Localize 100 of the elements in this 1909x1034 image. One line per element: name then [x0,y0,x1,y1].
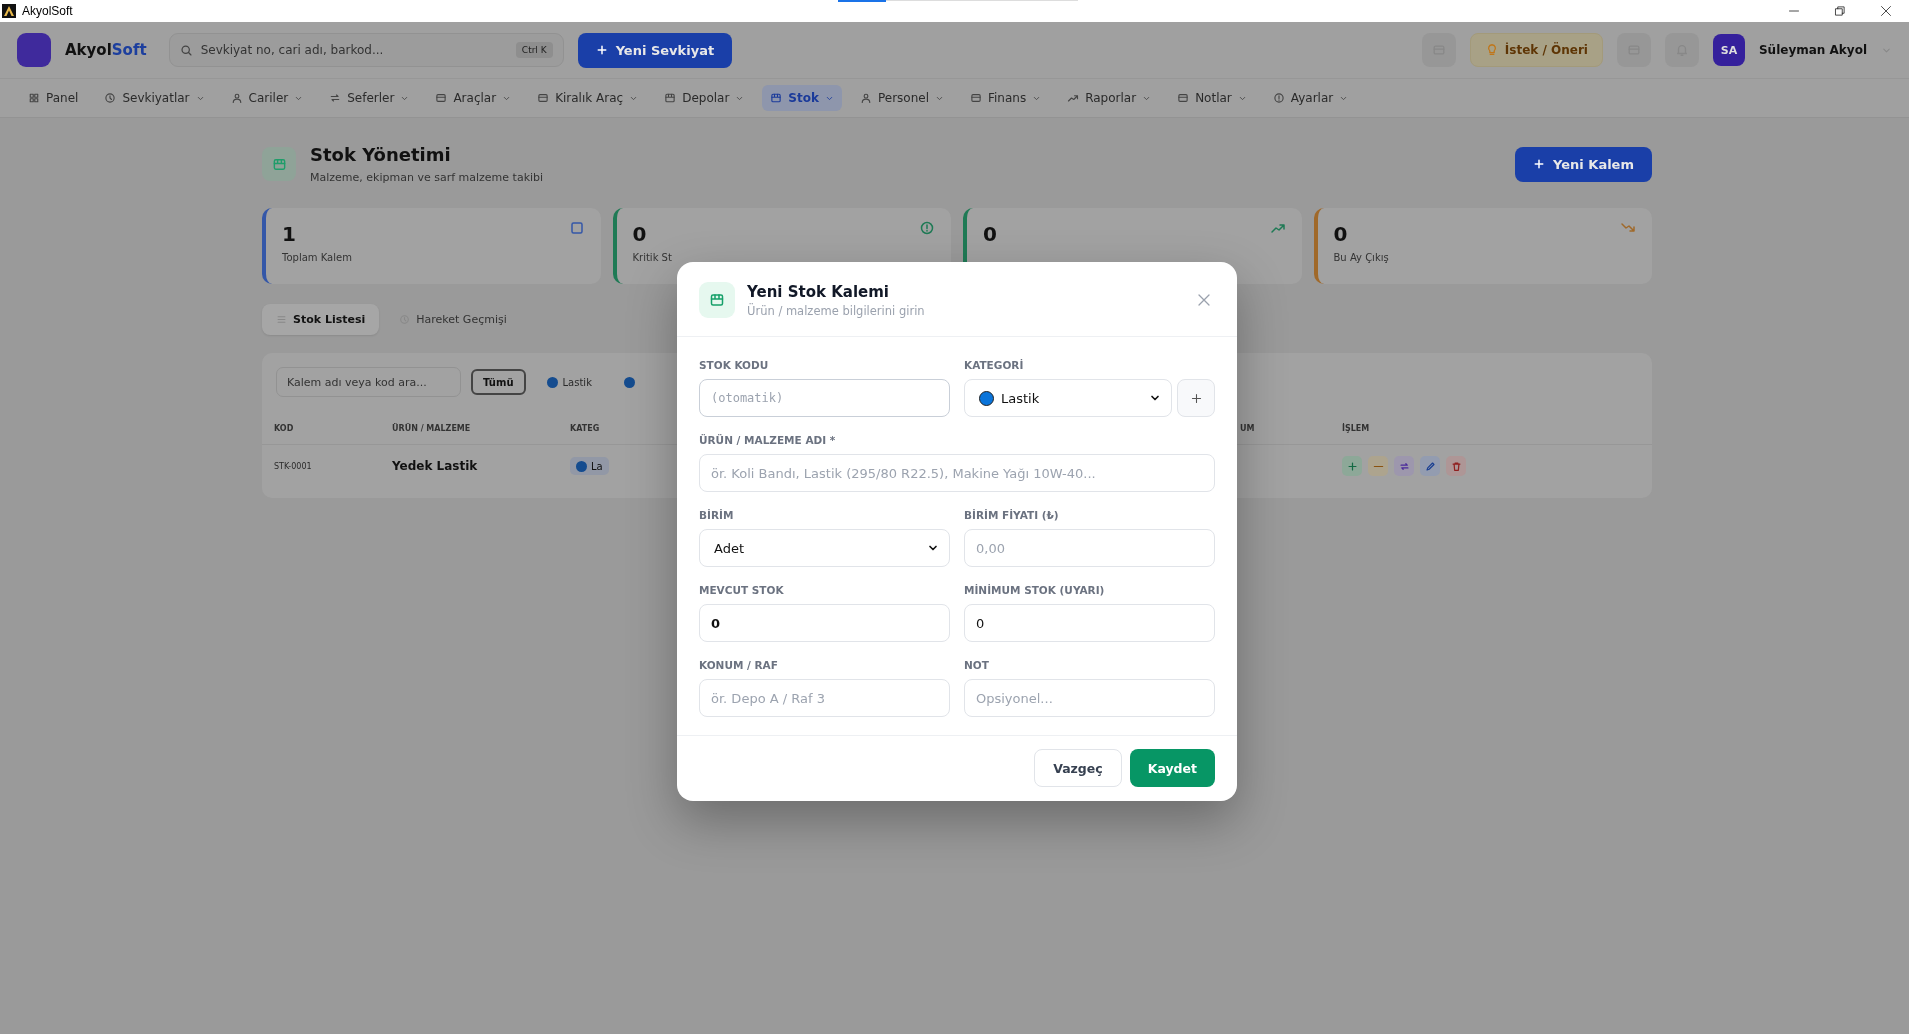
new-item-button[interactable]: Yeni Kalem [1515,146,1652,182]
nav-item[interactable]: Depolar [656,85,753,111]
list-icon [276,314,287,325]
nav-item[interactable]: Kiralık Araç [529,85,647,111]
stat-label: Toplam Kalem [282,252,352,263]
brand-name: Akyol [65,41,112,59]
field-label: MEVCUT STOK [699,584,785,596]
shortcut-badge: Ctrl K [515,42,553,58]
close-icon [1196,292,1212,308]
nav-item[interactable]: Ayarlar [1264,85,1357,111]
column-header: ÜRÜN / MALZEME [392,423,471,432]
field-label: MİNİMUM STOK (UYARI) [964,584,1106,596]
stat-value: 1 [282,222,296,246]
field-label: KATEGORİ [964,359,1025,371]
filter-chip[interactable]: Lastik [535,369,603,395]
transfer-icon [1398,460,1410,472]
field-label: KONUM / RAF [699,659,779,671]
field-label: NOT [964,659,990,671]
box-icon [709,292,725,308]
action-button[interactable] [1394,456,1414,476]
stat-label: Bu Ay Çıkış [1333,252,1389,263]
nav-icon [28,92,40,104]
search-placeholder: Sevkiyat no, cari adı, barkod... [200,43,385,57]
table-cell: Yedek Lastik [392,459,478,473]
notifications-button[interactable] [1664,33,1699,67]
field-label: BİRİM FİYATI (₺) [964,509,1060,521]
column-header: KATEG [570,423,600,432]
input-field[interactable]: 0,00 [964,529,1215,567]
tab-indicator [838,0,886,2]
plus-icon [1346,460,1358,472]
nav-item[interactable]: Sevkiyatlar [96,85,213,111]
nav-icon [329,92,342,104]
nav-item[interactable]: Notlar [1169,85,1255,111]
nav-icon [104,92,117,104]
toolbar-button[interactable] [1616,33,1651,67]
field-label: STOK KODU [699,359,770,371]
nav-icon [537,92,550,104]
save-button[interactable]: Kaydet [1129,749,1215,787]
dialog-title: Yeni Stok Kalemi [747,282,890,301]
trash-icon [1450,460,1462,472]
select-value: Adet [714,540,745,556]
plus-icon [1189,391,1203,405]
badge-label: La [591,460,603,472]
column-header: UM [1240,423,1255,432]
column-header: KOD [274,423,294,432]
stat-alert-icon [919,220,935,236]
action-button[interactable] [1368,456,1388,476]
nav-icon [970,92,982,104]
input-field[interactable]: ör. Depo A / Raf 3 [699,679,950,717]
stat-label: Kritik St [632,252,672,263]
page-title: Stok Yönetimi [310,144,452,165]
nav-item[interactable]: Araçlar [427,85,520,111]
stat-value: 0 [1333,222,1348,246]
toolbar-button[interactable] [1421,33,1456,67]
nav-icon [770,92,783,104]
nav-item[interactable]: Finans [962,85,1050,111]
action-button[interactable] [1446,456,1466,476]
box-icon [271,156,287,172]
filter-chip[interactable]: Tümü [471,369,526,395]
category-select[interactable]: Lastik [964,379,1172,417]
user-name[interactable]: Süleyman Akyol [1758,43,1867,57]
filter-search-field[interactable]: Kalem adı veya kod ara... [276,367,461,397]
field-label: BİRİM [699,509,735,521]
search-field[interactable]: Sevkiyat no, cari adı, barkod... Ctrl K [168,33,564,67]
input-field[interactable]: 0 [699,604,950,642]
nav-item[interactable]: Seferler [321,85,418,111]
nav-item[interactable]: Panel [20,85,87,111]
logo-icon [17,33,51,67]
search-icon [179,43,193,57]
input-field[interactable]: 0 [964,604,1215,642]
pencil-icon [1424,460,1436,472]
nav-item[interactable]: Stok [762,85,842,111]
unit-select[interactable]: Adet [699,529,950,567]
cancel-button[interactable]: Vazgeç [1034,749,1122,787]
input-field[interactable]: Opsiyonel... [964,679,1215,717]
action-button[interactable] [1420,456,1440,476]
suggestion-button[interactable]: İstek / Öneri [1469,33,1603,67]
action-button[interactable] [1342,456,1362,476]
nav-item[interactable]: Raporlar [1059,85,1160,111]
stat-box-icon [568,220,585,236]
nav-icon [230,92,243,104]
nav-item[interactable]: Personel [851,85,952,111]
dialog-subtitle: Ürün / malzeme bilgilerini girin [747,303,925,318]
page-subtitle: Malzeme, ekipman ve sarf malzeme takibi [310,171,544,184]
nav-icon [1272,92,1285,104]
nav-icon [664,92,677,104]
tab[interactable]: Hareket Geçmişi [385,304,521,335]
table-cell: STK-0001 [274,461,312,471]
nav-icon [435,92,448,104]
input-field[interactable]: ör. Koli Bandı, Lastik (295/80 R22.5), Makine Yağı 10W-40... [699,454,1215,492]
nav-icon [1177,92,1190,104]
input-field[interactable]: (otomatik) [699,379,950,417]
new-shipment-button[interactable]: Yeni Sevkiyat [577,32,733,68]
field-label: ÜRÜN / MALZEME ADI * [699,434,837,446]
plus-icon [595,44,608,56]
user-avatar[interactable]: SA [1712,34,1745,66]
stat-value: 0 [632,222,647,246]
nav-icon [1067,92,1080,104]
tab[interactable]: Stok Listesi [262,304,380,335]
nav-item[interactable]: Cariler [222,85,312,111]
